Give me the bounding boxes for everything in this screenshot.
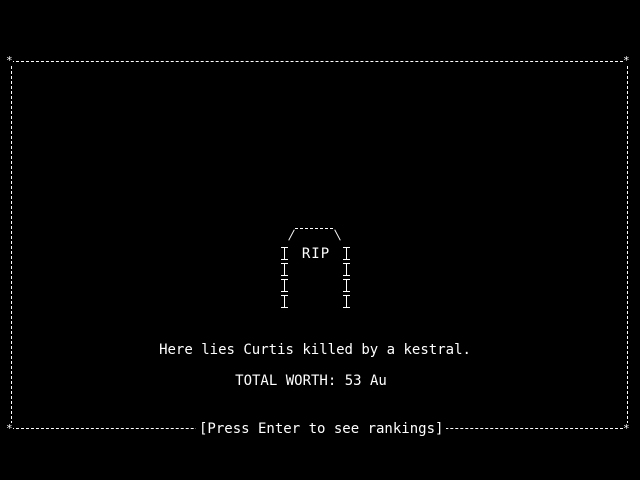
tombstone-rip-label: RIP (301, 246, 331, 262)
tombstone-right-shoulder (334, 229, 341, 241)
frame-corner-bottom-left: * (6, 422, 13, 435)
tombstone-right-pillar (343, 247, 350, 308)
tombstone-art: RIP (281, 220, 350, 308)
tombstone-left-pillar (281, 247, 288, 308)
press-enter-prompt[interactable]: [Press Enter to see rankings] (196, 421, 447, 437)
frame-corner-top-right: * (623, 54, 630, 67)
tombstone-top-edge (295, 228, 333, 229)
tombstone-left-shoulder (288, 229, 295, 241)
total-worth: TOTAL WORTH: 53 Au (235, 373, 387, 389)
death-message: Here lies Curtis killed by a kestral. (159, 342, 471, 358)
frame-corner-bottom-right: * (623, 422, 630, 435)
frame-corner-top-left: * (6, 54, 13, 67)
